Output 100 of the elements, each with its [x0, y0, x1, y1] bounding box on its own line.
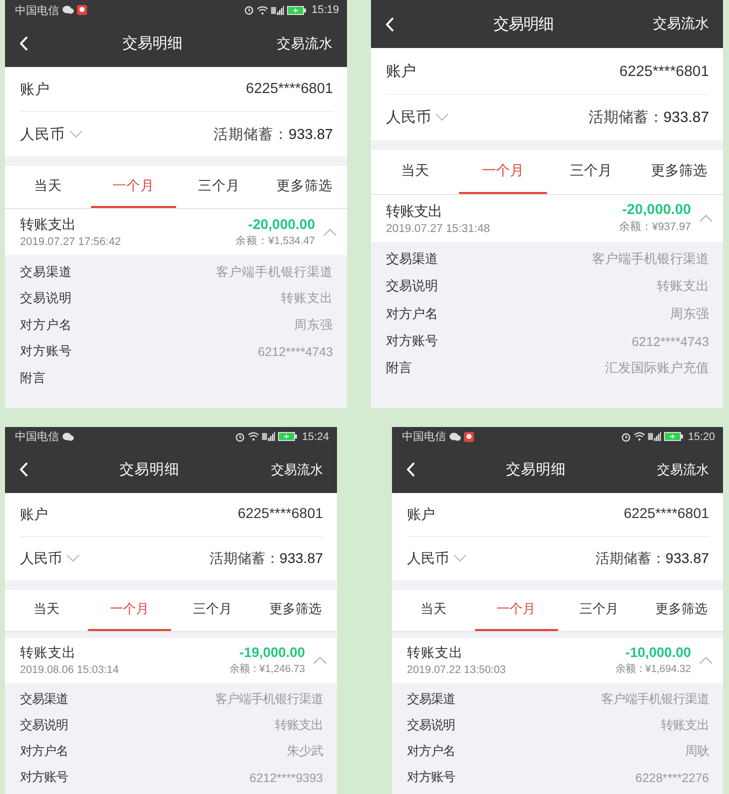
filter-tab[interactable]: 当天	[5, 166, 90, 208]
currency-selector[interactable]: 人民币	[386, 108, 431, 127]
detail-value: 6212****9393	[249, 770, 323, 785]
detail-label: 交易说明	[386, 278, 438, 296]
carrier-name: 中国电信	[15, 430, 59, 444]
page-title: 交易明细	[505, 460, 567, 480]
detail-value: 客户端手机银行渠道	[601, 691, 709, 708]
back-icon[interactable]	[406, 462, 415, 478]
app-icon	[77, 5, 87, 15]
remaining-balance: 余额：¥1,246.73	[229, 662, 305, 676]
currency-selector[interactable]: 人民币	[407, 548, 449, 568]
chevron-down-icon[interactable]	[69, 130, 83, 138]
filter-tab[interactable]: 三个月	[176, 166, 262, 208]
transaction-row[interactable]: 转账支出 2019.07.27 15:31:48 -20,000.00 余额：¥937.97	[371, 194, 723, 242]
carrier-name: 中国电信	[402, 430, 446, 444]
account-number: 6225****6801	[619, 62, 709, 80]
detail-value: 客户端手机银行渠道	[216, 264, 333, 281]
chevron-down-icon[interactable]	[66, 554, 80, 562]
transaction-type: 转账支出	[407, 644, 464, 662]
account-label: 账户	[20, 80, 50, 98]
detail-label: 交易说明	[20, 717, 68, 734]
filter-tab[interactable]: 更多筛选	[262, 166, 347, 208]
detail-label: 交易说明	[20, 290, 72, 308]
statement-link[interactable]: 交易流水	[653, 15, 709, 34]
detail-value: 周耿	[685, 743, 709, 760]
detail-value: 6212****4743	[632, 334, 709, 350]
currency-selector[interactable]: 人民币	[20, 548, 62, 568]
transaction-row[interactable]: 转账支出 2019.08.06 15:03:14 -19,000.00 余额：¥1,246.73	[5, 638, 337, 683]
page-title: 交易明细	[492, 14, 554, 35]
transaction-date: 2019.07.22 13:50:03	[407, 664, 507, 676]
carrier-name: 中国电信	[15, 4, 59, 18]
wifi-icon	[634, 432, 646, 442]
statement-link[interactable]: 交易流水	[657, 460, 709, 479]
filter-tab[interactable]: 当天	[371, 150, 459, 194]
page-title: 交易明细	[122, 34, 184, 53]
chevron-icon[interactable]	[699, 214, 713, 223]
transaction-row[interactable]: 转账支出 2019.07.22 13:50:03 -10,000.00 余额：¥1,694.32	[392, 638, 723, 683]
transaction-type: 转账支出	[386, 202, 443, 221]
account-number: 6225****6801	[624, 506, 709, 522]
battery-icon	[278, 432, 298, 442]
alarm-icon	[621, 432, 632, 442]
back-icon[interactable]	[19, 36, 28, 51]
chevron-down-icon[interactable]	[435, 113, 449, 122]
detail-value: 客户端手机银行渠道	[215, 691, 323, 708]
wifi-icon	[248, 432, 260, 442]
detail-label: 对方账号	[386, 333, 438, 350]
transaction-row[interactable]: 转账支出 2019.07.27 17:56:42 -20,000.00 余额：¥1,534.47	[5, 209, 347, 255]
chat-icon	[449, 432, 461, 442]
chevron-down-icon[interactable]	[453, 554, 467, 562]
detail-label: 对方户名	[407, 743, 455, 760]
detail-value: 周东强	[294, 316, 333, 334]
balance-label: 活期储蓄：	[214, 126, 289, 144]
wifi-icon	[257, 6, 268, 14]
filter-tab[interactable]: 更多筛选	[635, 150, 723, 194]
chevron-icon[interactable]	[699, 656, 713, 665]
page-title: 交易明细	[118, 460, 180, 480]
filter-tab[interactable]: 当天	[392, 590, 475, 631]
detail-value: 汇发国际账户充值	[605, 360, 709, 378]
detail-label: 对方户名	[20, 316, 72, 334]
signal-icon	[271, 6, 284, 14]
filter-tab[interactable]: 三个月	[171, 590, 254, 631]
detail-value: 转账支出	[275, 717, 323, 734]
chevron-icon[interactable]	[323, 228, 337, 236]
statement-link[interactable]: 交易流水	[271, 460, 323, 479]
back-icon[interactable]	[19, 462, 28, 478]
chevron-icon[interactable]	[313, 656, 327, 665]
statement-link[interactable]: 交易流水	[277, 34, 333, 52]
detail-label: 交易渠道	[20, 264, 72, 281]
remaining-balance: 余额：¥1,694.32	[615, 662, 691, 676]
battery-icon	[287, 6, 306, 14]
account-label: 账户	[386, 62, 416, 81]
balance-value: 933.87	[288, 126, 333, 142]
filter-tab[interactable]: 一个月	[474, 590, 558, 631]
detail-label: 对方账号	[20, 343, 72, 360]
transaction-amount: -10,000.00	[625, 644, 691, 660]
balance-label: 活期储蓄：	[210, 550, 280, 568]
filter-tab[interactable]: 更多筛选	[640, 590, 723, 631]
app-icon	[464, 432, 474, 442]
alarm-icon	[244, 5, 254, 15]
currency-selector[interactable]: 人民币	[20, 124, 65, 144]
filter-tab[interactable]: 更多筛选	[254, 590, 337, 631]
filter-tab[interactable]: 三个月	[547, 150, 635, 194]
detail-label: 交易渠道	[20, 691, 68, 708]
transaction-date: 2019.08.06 15:03:14	[20, 664, 120, 676]
filter-tab[interactable]: 三个月	[558, 590, 640, 631]
filter-tab[interactable]: 一个月	[88, 590, 171, 631]
balance-value: 933.87	[666, 550, 709, 567]
balance-value: 933.87	[663, 108, 709, 126]
back-icon[interactable]	[385, 16, 394, 32]
detail-value: 周东强	[670, 306, 709, 323]
detail-value: 转账支出	[281, 290, 333, 308]
detail-value: 转账支出	[661, 717, 709, 734]
detail-label: 交易渠道	[386, 251, 438, 268]
detail-label: 对方账号	[20, 769, 68, 786]
account-label: 账户	[20, 506, 48, 524]
detail-label: 对方账号	[407, 769, 455, 786]
filter-tab[interactable]: 当天	[5, 590, 88, 631]
detail-label: 对方户名	[20, 743, 68, 760]
transaction-date: 2019.07.27 17:56:42	[20, 236, 122, 248]
clock-time: 15:20	[688, 430, 715, 443]
